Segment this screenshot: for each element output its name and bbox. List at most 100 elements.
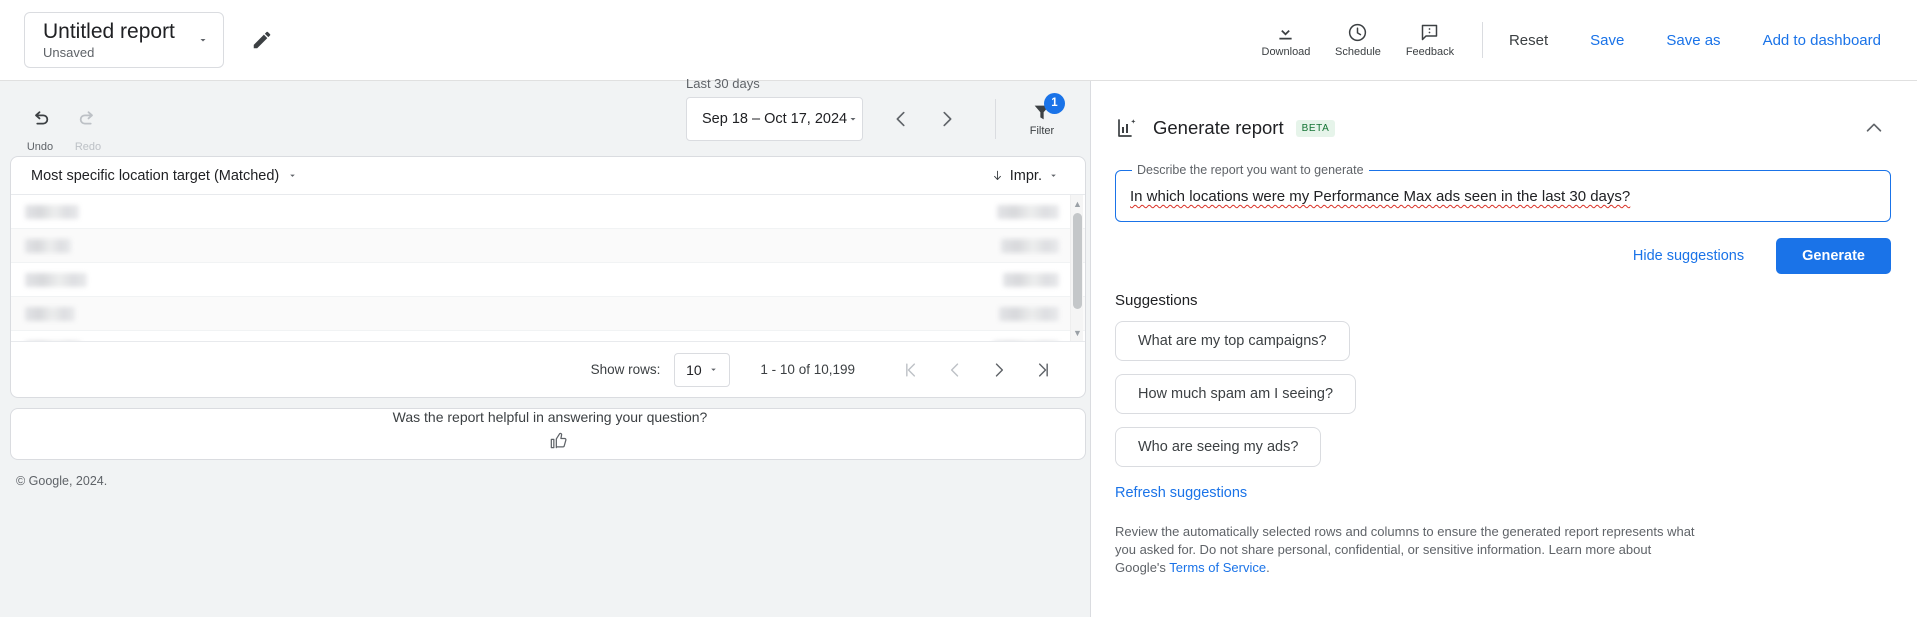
- suggestion-chip[interactable]: What are my top campaigns?: [1115, 321, 1350, 361]
- download-label: Download: [1261, 46, 1311, 58]
- redacted-metric-cell: [1001, 238, 1059, 253]
- prompt-input[interactable]: Describe the report you want to generate…: [1115, 163, 1891, 222]
- prompt-field-wrapper: Describe the report you want to generate…: [1115, 163, 1891, 222]
- body-area: Most specific location target (Matched) …: [0, 81, 1917, 617]
- thumbs-up-button[interactable]: [541, 431, 575, 451]
- undo-redo-group: Undo Redo: [20, 99, 108, 153]
- date-preset-label: Last 30 days: [686, 75, 760, 91]
- panel-title: Generate report: [1153, 117, 1284, 138]
- table-pagination: Show rows: 10 1 - 10 of 10,199: [11, 341, 1085, 397]
- table-row[interactable]: [11, 331, 1085, 341]
- metric-column-header[interactable]: Impr.: [991, 168, 1075, 184]
- redacted-dimension-cell: [25, 238, 71, 253]
- redacted-metric-cell: [993, 340, 1059, 341]
- date-range-picker[interactable]: Sep 18 – Oct 17, 2024: [686, 96, 863, 141]
- scroll-down-icon[interactable]: ▼: [1073, 328, 1082, 338]
- generate-button[interactable]: Generate: [1776, 238, 1891, 274]
- prompt-label: Describe the report you want to generate: [1137, 163, 1364, 177]
- last-page-icon: [1033, 360, 1053, 380]
- prompt-value: In which locations were my Performance M…: [1130, 188, 1631, 205]
- table-header: Most specific location target (Matched) …: [11, 157, 1085, 195]
- pagination-range: 1 - 10 of 10,199: [760, 362, 855, 377]
- refresh-suggestions-button[interactable]: Refresh suggestions: [1115, 485, 1917, 501]
- terms-of-service-link[interactable]: Terms of Service: [1169, 560, 1266, 575]
- next-period-button[interactable]: [925, 97, 969, 141]
- caret-down-icon: [847, 113, 859, 125]
- dimension-column-header[interactable]: Most specific location target (Matched): [31, 168, 298, 184]
- suggestion-chip[interactable]: How much spam am I seeing?: [1115, 374, 1357, 414]
- feedback-button[interactable]: Feedback: [1394, 22, 1466, 58]
- panel-disclaimer: Review the automatically selected rows a…: [1115, 523, 1695, 577]
- hide-suggestions-button[interactable]: Hide suggestions: [1623, 239, 1754, 273]
- report-title-group: Untitled report Unsaved: [43, 20, 175, 61]
- table-row[interactable]: [11, 195, 1085, 229]
- chevron-left-icon: [945, 360, 965, 380]
- generate-report-panel: Generate report Beta Describe the report…: [1090, 81, 1917, 617]
- table-row[interactable]: [11, 297, 1085, 331]
- previous-page-button[interactable]: [933, 350, 977, 390]
- feedback-icon: [1419, 22, 1440, 43]
- suggestions-heading: Suggestions: [1115, 292, 1198, 309]
- undo-button[interactable]: Undo: [20, 99, 60, 153]
- filter-label: Filter: [1029, 124, 1055, 137]
- thumb-up-icon: [548, 431, 568, 451]
- redacted-dimension-cell: [25, 340, 81, 341]
- caret-down-icon: [287, 170, 298, 181]
- save-button[interactable]: Save: [1580, 24, 1634, 57]
- redo-button[interactable]: Redo: [68, 99, 108, 153]
- first-page-button[interactable]: [889, 350, 933, 390]
- table-row[interactable]: [11, 263, 1085, 297]
- download-button[interactable]: Download: [1250, 22, 1322, 58]
- next-page-button[interactable]: [977, 350, 1021, 390]
- previous-period-button[interactable]: [879, 97, 923, 141]
- thumb-down-icon: [548, 457, 568, 459]
- undo-label: Undo: [26, 140, 54, 153]
- scroll-up-icon[interactable]: ▲: [1073, 199, 1082, 209]
- metric-column-label: Impr.: [1009, 167, 1042, 184]
- add-to-dashboard-button[interactable]: Add to dashboard: [1753, 24, 1891, 57]
- scrollbar-thumb[interactable]: [1073, 213, 1082, 309]
- filter-button[interactable]: Filter 1: [1010, 92, 1074, 137]
- rows-per-page-value: 10: [686, 361, 702, 378]
- table-vertical-scrollbar[interactable]: ▲ ▼: [1070, 195, 1083, 341]
- report-title-selector[interactable]: Untitled report Unsaved: [24, 12, 224, 68]
- top-toolbar: Untitled report Unsaved Download Schedul…: [0, 0, 1917, 81]
- subbar-divider: [995, 98, 996, 139]
- thumbs-down-button[interactable]: [541, 457, 575, 459]
- undo-icon: [29, 108, 51, 130]
- chevron-right-icon: [989, 360, 1009, 380]
- redacted-dimension-cell: [25, 306, 75, 321]
- dimension-column-label: Most specific location target (Matched): [31, 167, 280, 184]
- date-nav-group: [879, 97, 969, 141]
- save-status: Unsaved: [43, 44, 95, 60]
- report-feedback-card: Was the report helpful in answering your…: [10, 408, 1086, 460]
- schedule-button[interactable]: Schedule: [1322, 22, 1394, 58]
- copyright-text: © Google, 2024.: [16, 474, 108, 488]
- page-title: Untitled report: [43, 19, 175, 43]
- table-row[interactable]: [11, 229, 1085, 263]
- panel-header: Generate report Beta: [1091, 99, 1917, 157]
- disclaimer-period: .: [1266, 560, 1270, 575]
- feedback-label: Feedback: [1405, 46, 1455, 58]
- first-page-icon: [901, 360, 921, 380]
- report-editor-app: Untitled report Unsaved Download Schedul…: [0, 0, 1917, 617]
- toolbar-divider: [1481, 22, 1483, 58]
- arrow-down-icon: [991, 169, 1004, 182]
- chevron-up-icon: [1863, 117, 1885, 139]
- rows-per-page-select[interactable]: 10: [674, 352, 731, 387]
- download-icon: [1275, 22, 1296, 43]
- generate-report-icon: [1115, 116, 1139, 140]
- redacted-metric-cell: [1003, 272, 1059, 287]
- reset-button[interactable]: Reset: [1499, 24, 1558, 57]
- date-and-filter-group: Last 30 days Sep 18 – Oct 17, 2024 Filte…: [686, 76, 1140, 156]
- show-rows-label: Show rows:: [590, 362, 661, 377]
- collapse-panel-button[interactable]: [1857, 111, 1891, 145]
- date-range-control: Last 30 days Sep 18 – Oct 17, 2024: [686, 76, 863, 141]
- redacted-dimension-cell: [25, 272, 87, 287]
- save-as-button[interactable]: Save as: [1656, 24, 1730, 57]
- suggestion-chip-list: What are my top campaigns? How much spam…: [1115, 321, 1917, 467]
- suggestion-chip[interactable]: Who are seeing my ads?: [1115, 427, 1322, 467]
- redo-icon: [77, 108, 99, 130]
- edit-title-button[interactable]: [242, 20, 282, 60]
- last-page-button[interactable]: [1021, 350, 1065, 390]
